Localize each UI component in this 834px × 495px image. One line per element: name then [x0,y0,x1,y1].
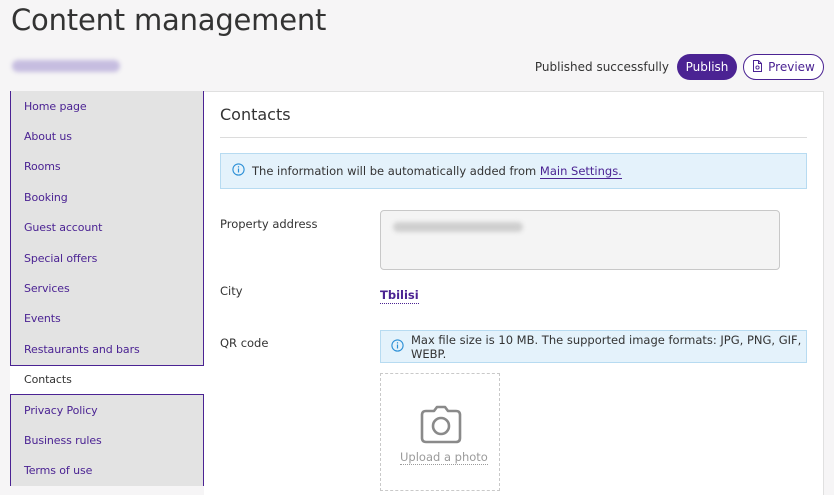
sidebar-item-booking[interactable]: Booking [11,182,203,212]
address-value [393,222,523,232]
info-icon [391,338,404,355]
main-settings-link[interactable]: Main Settings. [539,164,622,179]
info-text: The information will be automatically ad… [252,164,622,179]
site-link[interactable] [12,60,120,72]
sidebar-item-home-page[interactable]: Home page [11,91,203,121]
sidebar-item-business-rules[interactable]: Business rules [11,425,203,455]
page-title: Content management [11,3,327,37]
upload-photo-dropzone[interactable]: Upload a photo [380,373,500,491]
sidebar-item-contacts[interactable]: Contacts [10,364,204,395]
contacts-panel: Contacts The information will be automat… [204,91,824,495]
city-value: Tbilisi [380,288,419,304]
property-address-field [380,210,780,270]
sidebar-item-restaurants-and-bars[interactable]: Restaurants and bars [11,334,203,364]
upload-photo-link[interactable]: Upload a photo [400,450,488,465]
publish-status: Published successfully [534,60,669,74]
info-icon [232,163,245,179]
section-divider [220,137,807,138]
section-title: Contacts [220,105,291,124]
sidebar-item-events[interactable]: Events [11,304,203,334]
preview-page-icon [752,59,763,75]
property-address-label: Property address [220,217,318,231]
preview-button[interactable]: Preview [743,54,824,80]
sidebar-item-terms-of-use[interactable]: Terms of use [11,456,203,486]
qr-code-label: QR code [220,336,269,350]
publish-button-label: Publish [685,60,729,74]
sidebar-item-privacy-policy[interactable]: Privacy Policy [11,395,203,425]
publish-button[interactable]: Publish [677,54,737,80]
sidebar-item-services[interactable]: Services [11,273,203,303]
sidebar-item-guest-account[interactable]: Guest account [11,213,203,243]
qr-info-text: Max file size is 10 MB. The supported im… [411,332,802,361]
camera-icon [419,405,463,449]
sidebar-item-about-us[interactable]: About us [11,121,203,151]
main-settings-info-banner: The information will be automatically ad… [220,153,807,189]
sidebar: Home page About us Rooms Booking Guest a… [10,91,204,486]
preview-button-label: Preview [768,60,815,74]
sidebar-item-rooms[interactable]: Rooms [11,152,203,182]
info-text-prefix: The information will be automatically ad… [252,164,540,178]
qr-file-info-banner: Max file size is 10 MB. The supported im… [380,330,807,363]
city-label: City [220,284,243,298]
sidebar-item-special-offers[interactable]: Special offers [11,243,203,273]
